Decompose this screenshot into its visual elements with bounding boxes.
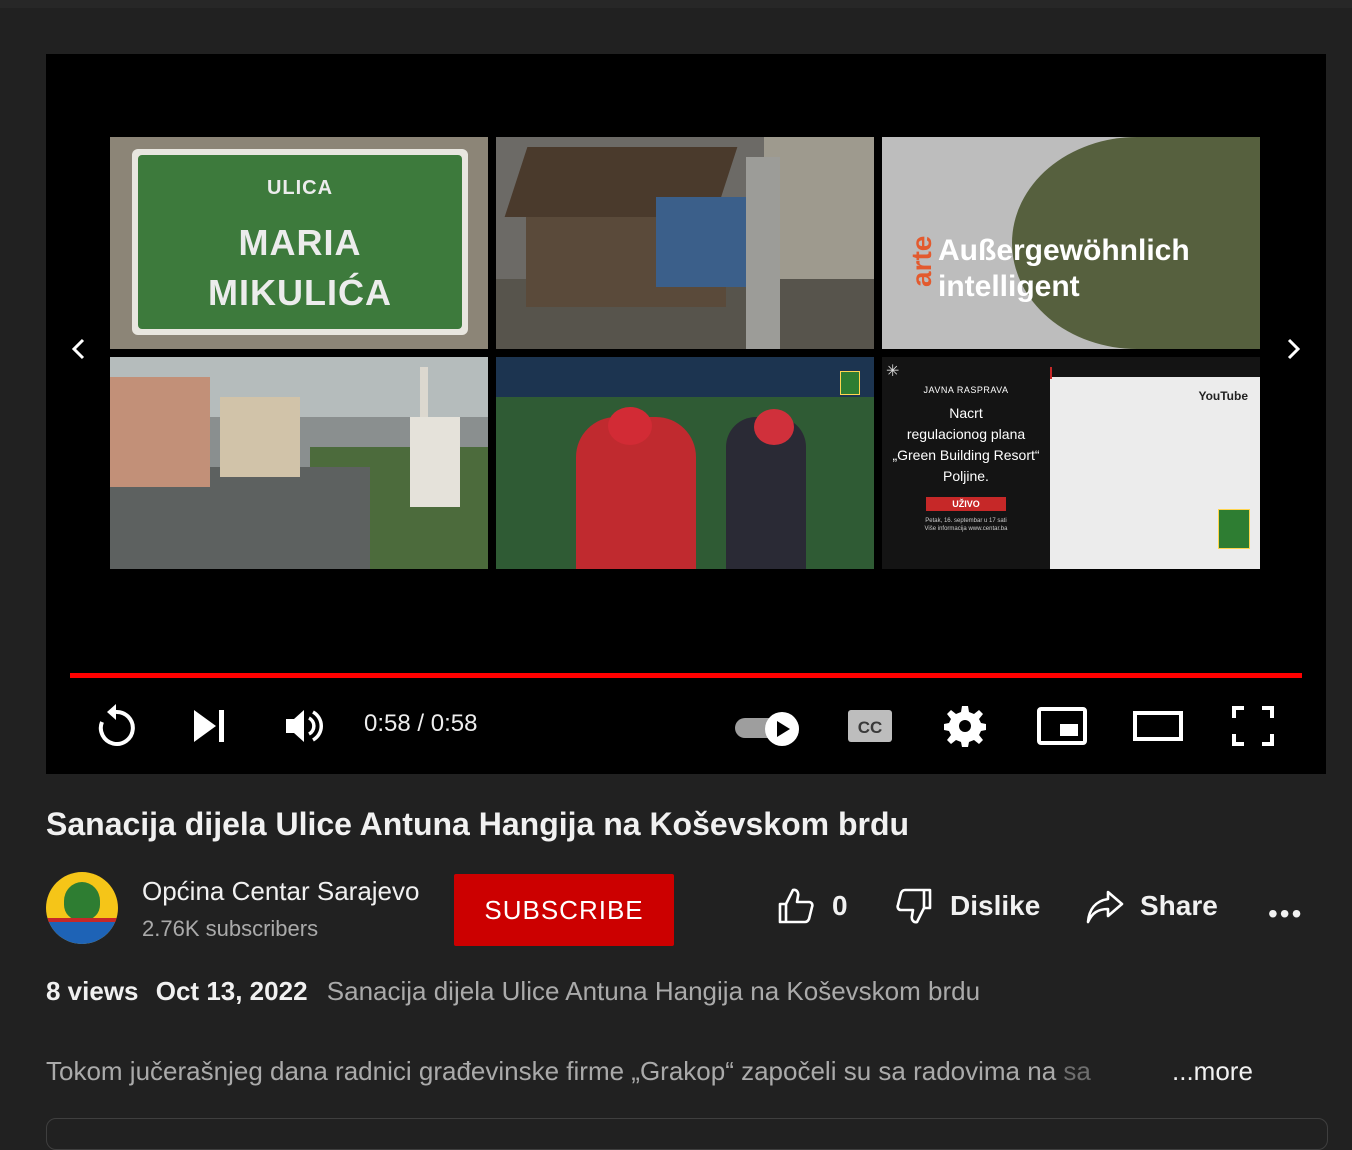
end-screen-video-6[interactable]: YouTube ✳ JAVNA RASPRAVA Nacrt regulacio… — [882, 357, 1260, 569]
video-title: Sanacija dijela Ulice Antuna Hangija na … — [46, 806, 910, 842]
laundry — [656, 197, 746, 287]
fullscreen-icon — [1232, 706, 1274, 746]
wooden-post — [746, 157, 780, 349]
coat-of-arms-icon — [840, 371, 860, 395]
mosque — [410, 417, 460, 507]
autoplay-toggle[interactable] — [735, 712, 803, 746]
end-screen-video-2[interactable] — [496, 137, 874, 349]
skip-next-icon — [194, 710, 224, 742]
theater-mode-button[interactable] — [1132, 700, 1186, 752]
thumbnail-background — [764, 137, 874, 287]
city-building — [110, 377, 210, 487]
announcement-line4: Poljine. — [943, 468, 989, 484]
share-button[interactable]: Share — [1084, 886, 1234, 930]
thumbs-up-icon — [778, 888, 814, 924]
more-actions-button[interactable]: ••• — [1268, 898, 1303, 930]
end-screen-video-4[interactable] — [110, 357, 488, 569]
cc-icon: CC — [848, 710, 892, 742]
description-faded: sa — [1063, 1056, 1091, 1086]
top-border — [0, 0, 1352, 8]
channel-name[interactable]: Općina Centar Sarajevo — [142, 876, 419, 907]
dislike-label: Dislike — [950, 890, 1041, 921]
announcement-date: Petak, 16. septembar u 17 sati — [925, 518, 1007, 524]
end-screen-grid: ULICA MARIA MIKULIĆA arte Außergewöhnlic… — [110, 137, 1262, 569]
share-icon — [1086, 890, 1124, 924]
like-count: 0 — [832, 890, 848, 921]
subscriber-count: 2.76K subscribers — [142, 916, 319, 941]
miniplayer-button[interactable] — [1036, 700, 1090, 752]
description-text: Tokom jučerašnjeg dana radnici građevins… — [46, 1056, 1064, 1086]
view-count: 8 views — [46, 976, 139, 1006]
dislike-button[interactable]: Dislike — [894, 886, 1054, 930]
time-display: 0:58 / 0:58 — [364, 710, 478, 737]
caption-line2: intelligent — [938, 270, 1080, 303]
announcement-kicker: JAVNA RASPRAVA — [923, 385, 1009, 395]
share-label: Share — [1140, 890, 1218, 921]
replay-icon — [98, 704, 135, 746]
announcement-line2: regulacionog plana — [906, 426, 1026, 442]
chevron-right-icon[interactable] — [1278, 334, 1308, 364]
avatar-water — [46, 922, 118, 944]
sparkle-icon: ✳ — [886, 363, 900, 380]
announcement-info: Više informacija www.centar.ba — [924, 526, 1008, 532]
comments-box — [46, 1118, 1328, 1150]
video-meta: 8 views Oct 13, 2022 Sanacija dijela Uli… — [46, 976, 980, 1007]
announcement-panel: ✳ JAVNA RASPRAVA Nacrt regulacionog plan… — [882, 357, 1050, 569]
captions-button[interactable]: CC — [846, 700, 894, 752]
theater-icon — [1133, 711, 1183, 741]
volume-icon — [286, 710, 323, 742]
show-more-link[interactable]: ...more — [1172, 1056, 1253, 1087]
next-button[interactable] — [192, 700, 228, 752]
svg-text:CC: CC — [858, 718, 883, 737]
description: Tokom jučerašnjeg dana radnici građevins… — [46, 1056, 1091, 1087]
announcement-line3: „Green Building Resort“ — [892, 447, 1040, 463]
end-screen-video-5[interactable] — [496, 357, 874, 569]
play-icon — [777, 721, 790, 737]
red-helmet — [754, 409, 794, 445]
replay-button[interactable] — [94, 700, 138, 752]
like-button[interactable]: 0 — [776, 886, 856, 930]
video-player[interactable]: ULICA MARIA MIKULIĆA arte Außergewöhnlic… — [46, 54, 1326, 774]
channel-avatar[interactable] — [46, 872, 118, 944]
coat-of-arms-icon — [1218, 509, 1250, 549]
arte-logo: arte — [906, 235, 937, 287]
thumbnail-caption: Außergewöhnlich intelligent — [938, 233, 1190, 305]
youtube-label: YouTube — [1198, 389, 1248, 403]
city-building — [220, 397, 300, 477]
end-screen-video-1[interactable]: ULICA MARIA MIKULIĆA — [110, 137, 488, 349]
thumbs-down-icon — [896, 888, 932, 924]
chevron-left-icon[interactable] — [64, 334, 94, 364]
end-screen-video-3[interactable]: arte Außergewöhnlich intelligent — [882, 137, 1260, 349]
volume-button[interactable] — [284, 700, 326, 752]
tree-icon — [64, 882, 100, 920]
announcement-line1: Nacrt — [949, 405, 983, 421]
subscribe-button[interactable]: SUBSCRIBE — [454, 874, 674, 946]
meta-tag[interactable]: Sanacija dijela Ulice Antuna Hangija na … — [327, 976, 980, 1006]
red-helmet — [608, 407, 652, 445]
blueprint-image: YouTube — [1050, 377, 1260, 569]
sign-small-text: ULICA — [266, 177, 334, 199]
upload-date: Oct 13, 2022 — [155, 976, 308, 1006]
toggle-knob — [765, 712, 799, 746]
progress-bar[interactable] — [70, 673, 1302, 678]
fullscreen-button[interactable] — [1230, 700, 1276, 752]
street-sign: ULICA MARIA MIKULIĆA — [132, 149, 468, 335]
sign-name-line2: MIKULIĆA — [208, 272, 392, 313]
miniplayer-icon — [1037, 707, 1087, 745]
live-badge: UŽIVO — [926, 497, 1006, 511]
sign-name-line1: MARIA — [238, 222, 362, 263]
settings-button[interactable] — [944, 700, 986, 752]
caption-line1: Außergewöhnlich — [938, 234, 1190, 267]
gear-icon — [944, 706, 986, 747]
